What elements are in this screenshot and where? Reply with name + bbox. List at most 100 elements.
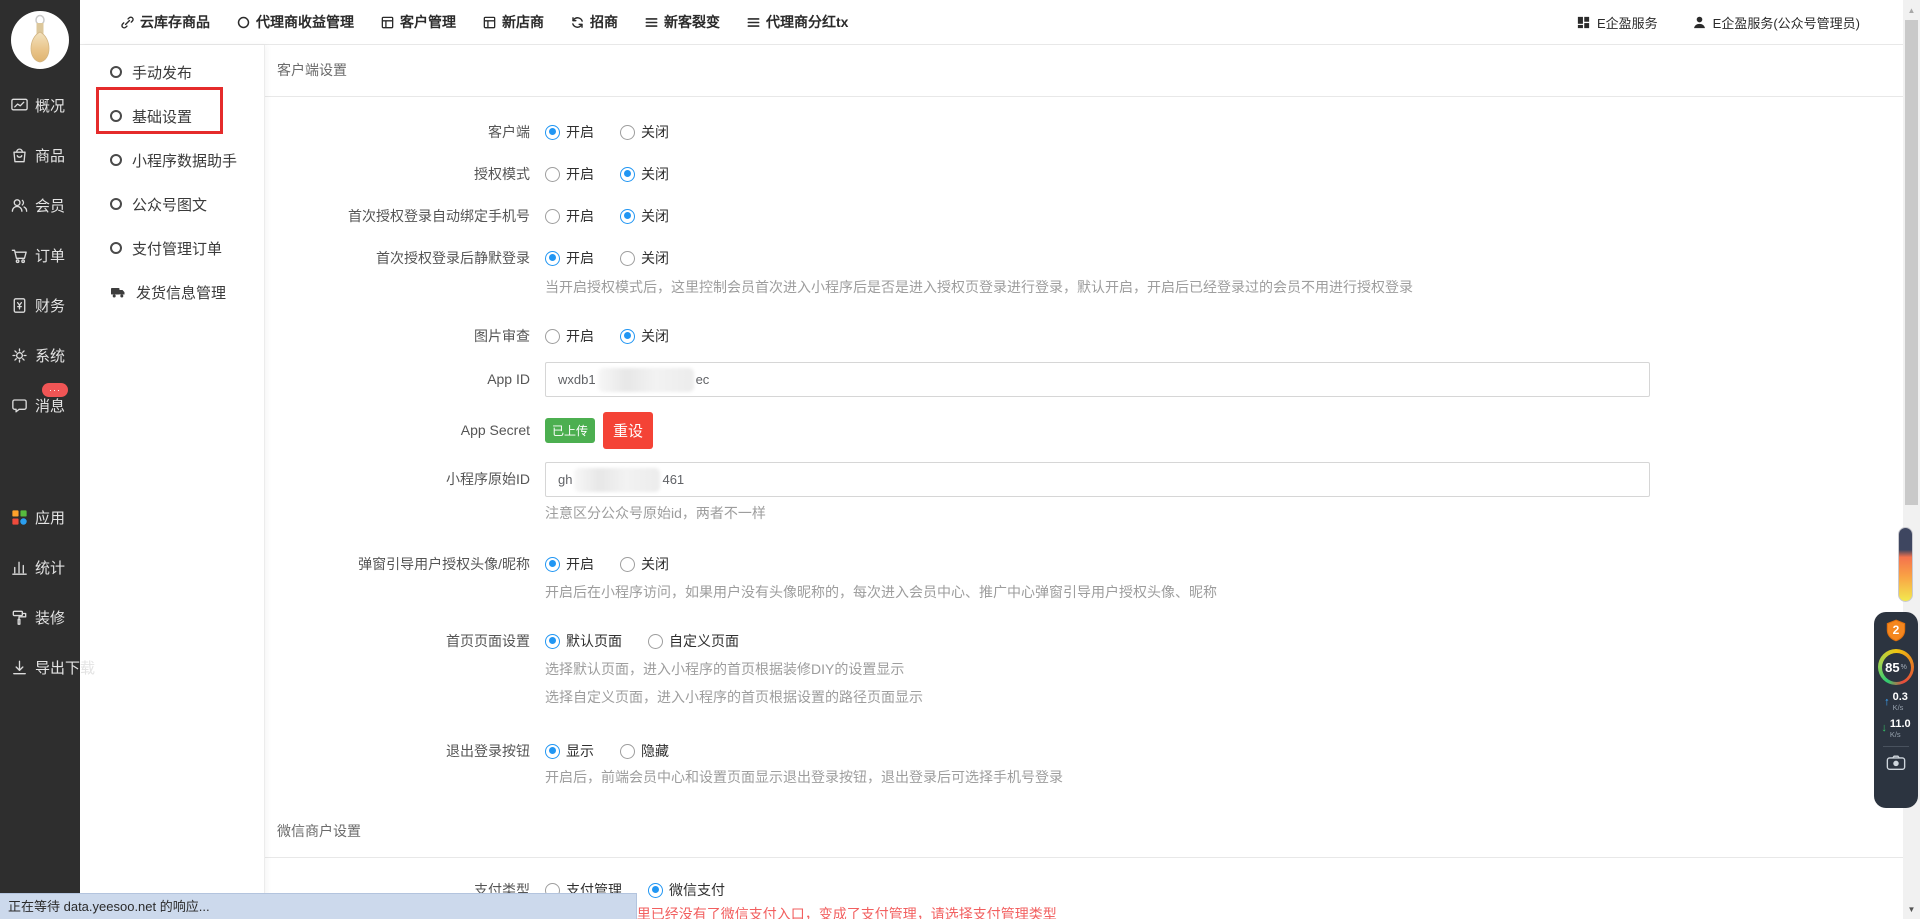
row-label: 图片审查	[265, 326, 530, 346]
avatar[interactable]	[11, 11, 69, 69]
radio-logout-hide[interactable]: 隐藏	[620, 741, 669, 761]
radio-avatarpopup-on[interactable]: 开启	[545, 554, 594, 574]
radio-icon	[620, 251, 635, 266]
goods-icon	[10, 146, 29, 165]
settings-submenu: 手动发布 基础设置 小程序数据助手 公众号图文 支付管理订单 发货信息管理	[80, 45, 265, 919]
scroll-down-arrow[interactable]: ▼	[1903, 901, 1920, 917]
radio-bindphone-off[interactable]: 关闭	[620, 206, 669, 226]
user-icon	[1692, 15, 1707, 30]
submenu-item-official-article[interactable]: 公众号图文	[80, 182, 264, 226]
submenu-item-basic-settings[interactable]: 基础设置	[80, 94, 264, 138]
topnav-item-cloud-stock[interactable]: 云库存商品	[120, 12, 210, 32]
download-speed: ↓ 11.0K/s	[1881, 719, 1910, 739]
setting-row-client: 客户端 开启 关闭	[265, 122, 1903, 142]
sidebar-item-messages[interactable]: 消息 ···	[0, 380, 80, 430]
radio-icon	[545, 167, 560, 182]
download-arrow-icon: ↓	[1881, 722, 1887, 734]
submenu-item-manual-publish[interactable]: 手动发布	[80, 50, 264, 94]
row-label: 授权模式	[265, 164, 530, 184]
menu-icon	[644, 15, 659, 30]
radio-icon	[545, 329, 560, 344]
topnav-item-fission[interactable]: 新客裂变	[644, 12, 720, 32]
radio-silentlogin-off[interactable]: 关闭	[620, 248, 669, 268]
sidebar-item-apps[interactable]: 应用	[0, 492, 80, 542]
upload-speed: ↑ 0.3K/s	[1884, 692, 1908, 712]
sidebar-item-label: 消息	[35, 395, 65, 416]
sidebar-item-finance[interactable]: 财务	[0, 280, 80, 330]
panel-icon	[482, 15, 497, 30]
system-monitor-widget[interactable]: 2 85% ↑ 0.3K/s ↓ 11.0K/s	[1874, 612, 1918, 808]
topnav-item-agent-revenue[interactable]: 代理商收益管理	[236, 12, 354, 32]
radio-homepage-custom[interactable]: 自定义页面	[648, 631, 739, 651]
radio-icon	[545, 634, 560, 649]
radio-paytype-wechat[interactable]: 微信支付	[648, 880, 725, 900]
radio-silentlogin-on[interactable]: 开启	[545, 248, 594, 268]
original-id-input[interactable]: gh 461	[545, 462, 1650, 497]
radio-icon	[620, 744, 635, 759]
panel-icon	[380, 15, 395, 30]
sidebar-item-label: 订单	[35, 245, 65, 266]
setting-description: 注意区分公众号原始id，两者不一样	[545, 503, 1903, 523]
topnav-item-agent-dividend[interactable]: 代理商分红tx	[746, 12, 848, 32]
export-icon	[10, 658, 29, 677]
apps-icon	[10, 508, 29, 527]
radio-authmode-on[interactable]: 开启	[545, 164, 594, 184]
sidebar-item-members[interactable]: 会员	[0, 180, 80, 230]
reset-button[interactable]: 重设	[603, 412, 653, 449]
setting-row-appid: App ID wxdb1 ec	[265, 362, 1903, 397]
radio-imagereview-off[interactable]: 关闭	[620, 326, 669, 346]
radio-icon	[620, 167, 635, 182]
members-icon	[10, 196, 29, 215]
divider	[1883, 746, 1909, 747]
topnav-item-new-shop[interactable]: 新店商	[482, 12, 544, 32]
appid-input[interactable]: wxdb1 ec	[545, 362, 1650, 397]
radio-logout-show[interactable]: 显示	[545, 741, 594, 761]
sidebar-item-decorate[interactable]: 装修	[0, 592, 80, 642]
circle-icon	[110, 198, 122, 210]
setting-description: 当开启授权模式后，这里控制会员首次进入小程序后是否是进入授权页登录进行登录，默认…	[545, 277, 1903, 297]
sidebar-item-system[interactable]: 系统	[0, 330, 80, 380]
decorate-icon	[10, 608, 29, 627]
sidebar-item-goods[interactable]: 商品	[0, 130, 80, 180]
score-value: 85	[1885, 660, 1899, 675]
topnav-item-investment[interactable]: 招商	[570, 12, 618, 32]
topnav-item-customer-mgmt[interactable]: 客户管理	[380, 12, 456, 32]
avatar-area	[0, 0, 80, 80]
radio-client-on[interactable]: 开启	[545, 122, 594, 142]
sidebar-item-export[interactable]: 导出下载	[0, 642, 80, 692]
shield-badge[interactable]: 2	[1883, 618, 1909, 644]
submenu-item-miniprogram-data[interactable]: 小程序数据助手	[80, 138, 264, 182]
radio-authmode-off[interactable]: 关闭	[620, 164, 669, 184]
section-title-merchant: 微信商户设置	[265, 821, 1903, 858]
account-menu[interactable]: E企盈服务(公众号管理员)	[1692, 13, 1860, 32]
setting-row-auth-mode: 授权模式 开启 关闭	[265, 164, 1903, 184]
upload-arrow-icon: ↑	[1884, 696, 1890, 708]
radio-bindphone-on[interactable]: 开启	[545, 206, 594, 226]
thermometer-widget[interactable]	[1898, 527, 1913, 602]
service-menu[interactable]: E企盈服务	[1576, 13, 1658, 32]
radio-imagereview-on[interactable]: 开启	[545, 326, 594, 346]
sidebar-item-label: 统计	[35, 557, 65, 578]
grid-icon	[1576, 15, 1591, 30]
screenshot-camera-icon[interactable]	[1886, 754, 1906, 771]
scroll-up-arrow[interactable]: ▲	[1903, 2, 1920, 18]
row-label: App Secret	[265, 412, 530, 449]
radio-avatarpopup-off[interactable]: 关闭	[620, 554, 669, 574]
submenu-item-payment-orders[interactable]: 支付管理订单	[80, 226, 264, 270]
masked-text	[598, 368, 694, 392]
setting-row-homepage: 首页页面设置 默认页面 自定义页面 选择默认页面，进入小程序的首页根据装修DIY…	[265, 631, 1903, 707]
setting-row-appsecret: App Secret 已上传 重设	[265, 412, 1903, 449]
sidebar-item-stats[interactable]: 统计	[0, 542, 80, 592]
radio-homepage-default[interactable]: 默认页面	[545, 631, 622, 651]
sidebar-item-orders[interactable]: 订单	[0, 230, 80, 280]
scrollbar-thumb[interactable]	[1905, 20, 1918, 505]
stats-icon	[10, 558, 29, 577]
radio-client-off[interactable]: 关闭	[620, 122, 669, 142]
radio-icon	[545, 251, 560, 266]
health-score-ring[interactable]: 85%	[1878, 649, 1914, 685]
submenu-item-shipping-info[interactable]: 发货信息管理	[80, 270, 264, 314]
sidebar-spacer	[0, 430, 80, 492]
sidebar-item-overview[interactable]: 概况	[0, 80, 80, 130]
setting-row-image-review: 图片审查 开启 关闭	[265, 326, 1903, 346]
uploaded-badge: 已上传	[545, 418, 595, 443]
